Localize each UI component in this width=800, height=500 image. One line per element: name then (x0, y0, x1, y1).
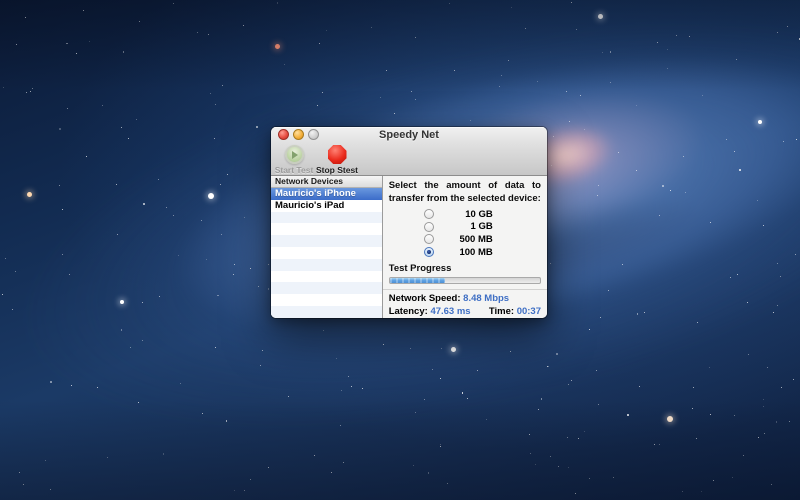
play-icon (285, 145, 304, 164)
radio-label: 500 MB (443, 234, 493, 245)
empty-device-rows (271, 212, 382, 318)
radio-option-1gb[interactable]: 1 GB (383, 221, 547, 234)
empty-device-row[interactable] (271, 271, 382, 283)
network-devices-list: Network Devices Mauricio's iPhone Mauric… (271, 176, 383, 318)
stats-separator (383, 289, 547, 290)
empty-device-row[interactable] (271, 282, 382, 294)
stop-test-button[interactable]: Stop Stest (314, 145, 360, 175)
empty-device-row[interactable] (271, 247, 382, 259)
empty-device-row[interactable] (271, 223, 382, 235)
device-row-ipad[interactable]: Mauricio's iPad (271, 200, 382, 212)
data-amount-options: 10 GB 1 GB 500 MB 100 MB (383, 208, 547, 258)
network-speed-value: 8.48 Mbps (463, 293, 509, 304)
latency-value: 47.63 ms (430, 306, 470, 317)
desktop-wallpaper: Speedy Net Start Test Stop Stest Network… (0, 0, 800, 500)
radio-label: 1 GB (443, 221, 493, 232)
empty-device-row[interactable] (271, 235, 382, 247)
radio-option-100mb[interactable]: 100 MB (383, 246, 547, 259)
time-value: 00:37 (517, 306, 541, 317)
speedy-net-window: Speedy Net Start Test Stop Stest Network… (271, 127, 547, 318)
radio-icon[interactable] (424, 247, 434, 257)
empty-device-row[interactable] (271, 294, 382, 306)
time-label: Time: (489, 306, 514, 317)
network-speed-label: Network Speed: (389, 293, 461, 304)
network-speed-line: Network Speed: 8.48 Mbps (389, 292, 541, 305)
stop-octagon-icon (328, 145, 347, 164)
empty-device-row[interactable] (271, 306, 382, 318)
radio-icon[interactable] (424, 222, 434, 232)
stats-area: Network Speed: 8.48 Mbps Latency: 47.63 … (389, 292, 541, 318)
latency-label: Latency: (389, 306, 428, 317)
test-progress-label: Test Progress (389, 263, 547, 274)
empty-device-row[interactable] (271, 212, 382, 224)
start-test-label: Start Test (275, 165, 314, 175)
radio-icon[interactable] (424, 234, 434, 244)
window-title: Speedy Net (271, 128, 547, 143)
stop-test-label: Stop Stest (316, 165, 358, 175)
transfer-panel: Select the amount of data to transfer fr… (383, 176, 547, 318)
device-row-iphone[interactable]: Mauricio's iPhone (271, 188, 382, 200)
test-progress-fill (390, 278, 446, 283)
radio-option-500mb[interactable]: 500 MB (383, 233, 547, 246)
latency-time-line: Latency: 47.63 ms Time: 00:37 (389, 305, 541, 318)
start-test-button[interactable]: Start Test (271, 145, 317, 175)
window-header[interactable]: Speedy Net Start Test Stop Stest (271, 127, 547, 176)
test-progress-bar (389, 277, 541, 284)
radio-label: 10 GB (443, 209, 493, 220)
radio-icon[interactable] (424, 209, 434, 219)
radio-option-10gb[interactable]: 10 GB (383, 208, 547, 221)
network-devices-header: Network Devices (271, 176, 382, 188)
instruction-text: Select the amount of data to transfer fr… (389, 180, 541, 205)
empty-device-row[interactable] (271, 259, 382, 271)
radio-label: 100 MB (443, 247, 493, 258)
window-content: Network Devices Mauricio's iPhone Mauric… (271, 176, 547, 318)
